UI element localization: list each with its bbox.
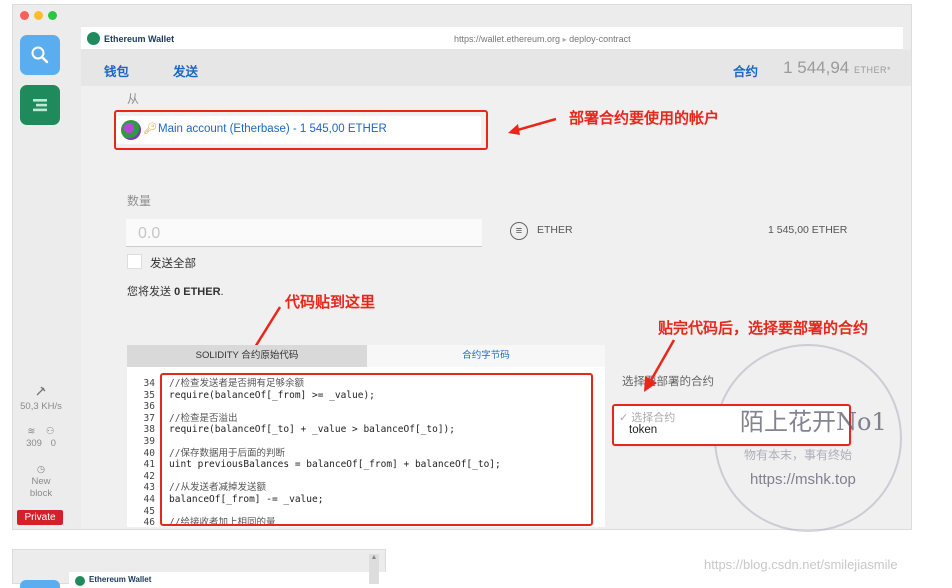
summary-suffix: . bbox=[220, 286, 224, 298]
app-brand: Ethereum Wallet bbox=[104, 34, 175, 44]
search-dapp-button[interactable] bbox=[20, 35, 60, 75]
new-block-label: New block bbox=[29, 476, 53, 499]
line-number: 40 bbox=[143, 447, 155, 459]
wallet-dapp-button[interactable] bbox=[20, 85, 60, 125]
currency-label: ETHER bbox=[537, 224, 573, 236]
line-number: 35 bbox=[143, 389, 155, 401]
nav-wallets[interactable]: 钱包 bbox=[104, 61, 129, 80]
hashrate-value: 50,3 KH/s bbox=[20, 401, 62, 412]
wallet-logo-icon bbox=[33, 99, 47, 112]
send-summary: 您将发送 0 ETHER. bbox=[127, 283, 224, 299]
nav-contracts[interactable]: 合约 bbox=[733, 61, 758, 80]
line-number: 42 bbox=[143, 470, 155, 482]
private-network-badge: Private bbox=[17, 510, 63, 525]
balance-unit: ETHER* bbox=[853, 65, 891, 75]
peers-icon: ⚇ bbox=[46, 426, 55, 437]
url-host: https://wallet.ethereum.org bbox=[454, 34, 561, 44]
second-logo-icon bbox=[75, 576, 85, 586]
line-number: 39 bbox=[143, 436, 155, 447]
line-number: 43 bbox=[143, 482, 155, 494]
amount-input[interactable]: 0.0 bbox=[126, 219, 482, 247]
annotation-box-code bbox=[160, 373, 593, 526]
line-number: 46 bbox=[143, 517, 155, 529]
annotation-choose: 贴完代码后，选择要部署的合约 bbox=[658, 320, 869, 337]
line-number: 34 bbox=[143, 378, 155, 389]
scroll-up-icon[interactable]: ▲ bbox=[369, 554, 379, 561]
scrollbar[interactable]: ▲ bbox=[369, 554, 379, 584]
annotation-box-account bbox=[114, 110, 488, 150]
new-block-indicator: ◷ New block bbox=[13, 464, 69, 500]
sidebar: 50,3 KH/s ≋ ⚇ 309 0 ◷ New block Private bbox=[13, 5, 69, 529]
mining-pick-icon bbox=[36, 386, 46, 396]
address-bar: Ethereum Wallet https://wallet.ethereum.… bbox=[81, 27, 903, 50]
tab-bytecode[interactable]: 合约字节码 bbox=[367, 345, 605, 367]
watermark-title: 陌上花开No1 bbox=[740, 408, 887, 436]
from-label: 从 bbox=[127, 92, 140, 106]
annotation-arrow-choose bbox=[644, 339, 676, 392]
hashrate-indicator: 50,3 KH/s bbox=[13, 385, 69, 413]
send-all-checkbox[interactable] bbox=[127, 254, 142, 269]
second-address-bar: Ethereum Wallet bbox=[69, 572, 387, 586]
annotation-paste: 代码贴到这里 bbox=[285, 294, 376, 311]
top-nav: 钱包 发送 合约 1 544,94 ETHER* bbox=[81, 50, 911, 86]
line-number: 37 bbox=[143, 412, 155, 424]
search-icon bbox=[31, 46, 49, 64]
second-app-brand: Ethereum Wallet bbox=[89, 575, 152, 584]
watermark-subtitle: 物有本末，事有终始 bbox=[744, 448, 853, 462]
annotation-arrow-account bbox=[508, 117, 557, 135]
tab-solidity-source[interactable]: SOLIDITY 合约原始代码 bbox=[127, 345, 367, 367]
watermark-url: https://mshk.top bbox=[750, 471, 856, 488]
peers-other: 0 bbox=[50, 438, 56, 449]
peers-indicator: ≋ ⚇ 309 0 bbox=[13, 426, 69, 450]
summary-amount: 0 ETHER bbox=[174, 286, 221, 298]
ethereum-wallet-logo-icon bbox=[87, 32, 100, 45]
clock-icon: ◷ bbox=[36, 464, 46, 475]
line-number: 38 bbox=[143, 424, 155, 436]
search-dapp-button-partial bbox=[20, 580, 60, 588]
available-balance: 1 545,00 ETHER bbox=[768, 224, 848, 236]
nav-send[interactable]: 发送 bbox=[173, 61, 198, 80]
csdn-watermark: https://blog.csdn.net/smilejiasmile bbox=[704, 557, 898, 572]
code-tabs: SOLIDITY 合约原始代码 合约字节码 bbox=[127, 345, 605, 367]
url-path: deploy-contract bbox=[569, 34, 631, 44]
total-balance: 1 544,94 ETHER* bbox=[783, 58, 891, 78]
amount-placeholder: 0.0 bbox=[138, 225, 161, 242]
breadcrumb-arrow-icon: ▸ bbox=[562, 35, 567, 44]
url-text[interactable]: https://wallet.ethereum.org ▸ deploy-con… bbox=[454, 34, 631, 44]
line-number: 36 bbox=[143, 401, 155, 413]
peers-count: 309 bbox=[26, 438, 42, 449]
line-number: 44 bbox=[143, 494, 155, 505]
annotation-account: 部署合约要使用的帐户 bbox=[569, 110, 720, 127]
layers-icon: ≋ bbox=[27, 426, 36, 437]
summary-prefix: 您将发送 bbox=[127, 286, 171, 298]
line-number: 41 bbox=[143, 459, 155, 471]
ether-currency-icon[interactable]: ≡ bbox=[510, 222, 528, 240]
amount-label: 数量 bbox=[127, 194, 152, 208]
second-window-preview: Ethereum Wallet ▲ bbox=[12, 549, 387, 588]
line-number: 45 bbox=[143, 505, 155, 517]
send-all-label: 发送全部 bbox=[150, 258, 196, 270]
balance-value: 1 544,94 bbox=[783, 58, 850, 77]
